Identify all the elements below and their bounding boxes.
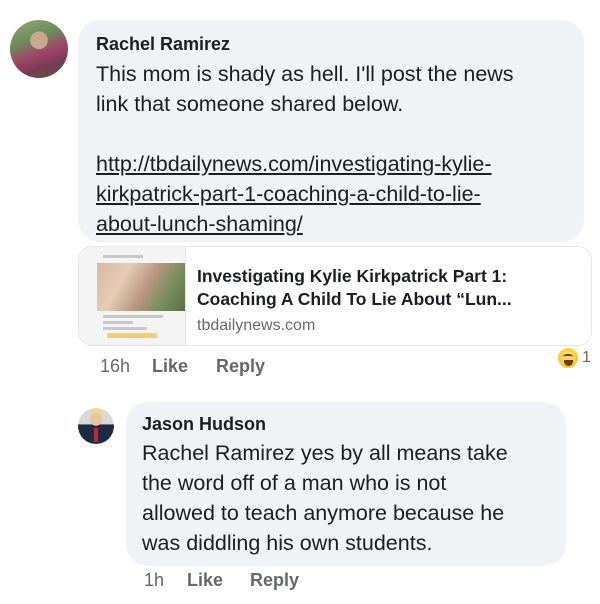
comment-text-line: allowed to teach anymore because he [142, 501, 505, 525]
news-link[interactable]: about-lunch-shaming/ [96, 209, 576, 239]
avatar-jason-hudson[interactable] [78, 408, 114, 444]
comment-text-line: This mom is shady as hell. I'll post the… [96, 62, 514, 86]
comment-actions: 16h Like Reply [0, 356, 600, 380]
reaction-summary[interactable]: 1 [556, 346, 594, 372]
comment-author[interactable]: Jason Hudson [142, 414, 266, 435]
haha-emoji-icon [556, 346, 580, 370]
comment-thread: Rachel Ramirez This mom is shady as hell… [0, 0, 600, 604]
comment-actions: 1h Like Reply [0, 570, 600, 594]
reply-button[interactable]: Reply [216, 356, 265, 377]
link-preview-domain: tbdailynews.com [197, 317, 316, 334]
comment-author[interactable]: Rachel Ramirez [96, 34, 230, 55]
comment-text-line: link that someone shared below. [96, 92, 404, 116]
comment-text: This mom is shady as hell. I'll post the… [96, 59, 576, 239]
like-button[interactable]: Like [152, 356, 188, 377]
reply-button[interactable]: Reply [250, 570, 299, 591]
link-preview-card[interactable]: Investigating Kylie Kirkpatrick Part 1: … [78, 246, 592, 346]
news-link[interactable]: kirkpatrick-part-1-coaching-a-child-to-l… [96, 179, 576, 209]
link-preview-title[interactable]: Investigating Kylie Kirkpatrick Part 1: … [197, 265, 581, 311]
reaction-count: 1 [582, 349, 591, 366]
news-link[interactable]: http://tbdailynews.com/investigating-kyl… [96, 149, 576, 179]
comment-text-line: Rachel Ramirez yes by all means take [142, 441, 508, 465]
comment-text-line: the word off of a man who is not [142, 471, 447, 495]
comment-bubble-rachel: Rachel Ramirez This mom is shady as hell… [78, 20, 584, 242]
avatar-rachel-ramirez[interactable] [10, 20, 68, 78]
like-button[interactable]: Like [187, 570, 223, 591]
comment-bubble-jason: Jason Hudson Rachel Ramirez yes by all m… [126, 402, 566, 566]
comment-text: Rachel Ramirez yes by all means take the… [142, 438, 562, 558]
comment-text-line: was diddling his own students. [142, 531, 433, 555]
link-preview-thumbnail [79, 247, 186, 345]
comment-timestamp[interactable]: 1h [144, 570, 164, 591]
comment-timestamp[interactable]: 16h [100, 356, 130, 377]
